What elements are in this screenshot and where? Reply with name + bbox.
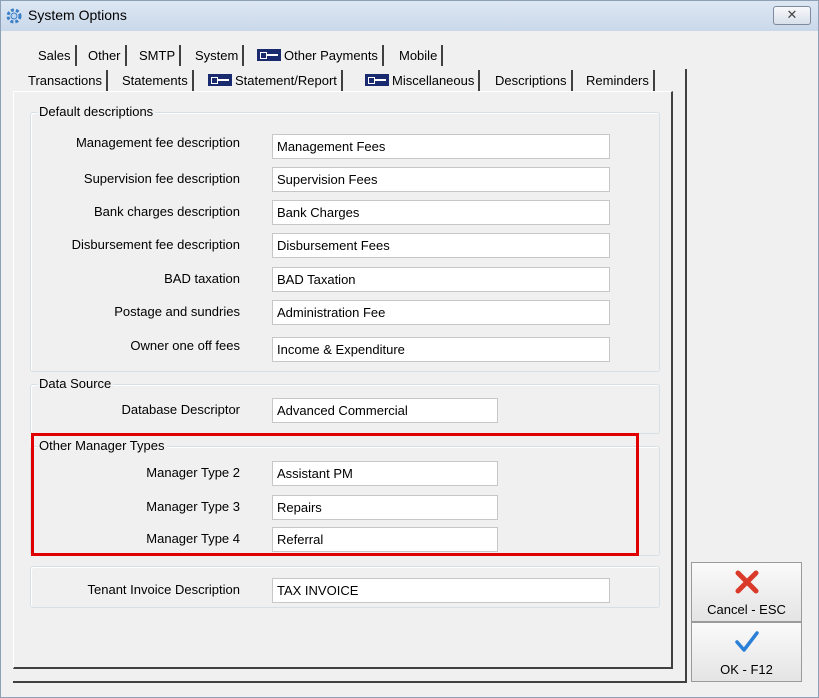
tab-sales[interactable]: Sales	[34, 45, 77, 66]
highlight-box	[31, 433, 639, 556]
postage-sundries-field[interactable]	[272, 300, 610, 325]
group-title: Data Source	[37, 376, 114, 391]
window-title: System Options	[28, 7, 127, 23]
tab-mobile[interactable]: Mobile	[395, 45, 444, 66]
bank-charges-label: Bank charges description	[94, 204, 240, 219]
tab-reminders[interactable]: Reminders	[582, 70, 655, 91]
owner-one-off-fees-field[interactable]	[272, 337, 610, 362]
tab-panel-edge	[685, 69, 687, 682]
cancel-button[interactable]: Cancel - ESC	[691, 562, 802, 622]
tab-descriptions[interactable]: Descriptions	[491, 70, 573, 91]
cancel-x-icon	[735, 570, 759, 594]
tab-statements[interactable]: Statements	[118, 70, 194, 91]
database-descriptor-field[interactable]	[272, 398, 498, 423]
tab-statement-report[interactable]: Statement/Report	[204, 70, 343, 91]
supervision-fee-label: Supervision fee description	[83, 171, 240, 186]
bad-taxation-field[interactable]	[272, 267, 610, 292]
close-button[interactable]: ✕	[773, 6, 811, 25]
descriptions-tab-panel: Default descriptions Management fee desc…	[13, 91, 673, 669]
ok-button-label: OK - F12	[720, 662, 773, 677]
management-fee-field[interactable]	[272, 134, 610, 159]
bank-charges-field[interactable]	[272, 200, 610, 225]
management-fee-label: Management fee description	[75, 135, 240, 150]
title-bar[interactable]: System Options ✕	[1, 1, 818, 31]
key-icon	[257, 49, 281, 61]
checkmark-icon	[735, 631, 759, 652]
tenant-invoice-description-label: Tenant Invoice Description	[87, 582, 240, 597]
key-icon	[208, 74, 232, 86]
tab-system[interactable]: System	[191, 45, 245, 66]
ok-button[interactable]: OK - F12	[691, 622, 802, 682]
supervision-fee-field[interactable]	[272, 167, 610, 192]
tab-miscellaneous[interactable]: Miscellaneous	[361, 70, 481, 91]
system-options-window: System Options ✕ Sales Other SMTP System…	[0, 0, 819, 698]
disbursement-fee-label: Disbursement fee description	[71, 237, 240, 252]
group-title: Default descriptions	[37, 104, 156, 119]
key-icon	[365, 74, 389, 86]
tenant-invoice-description-field[interactable]	[272, 578, 610, 603]
disbursement-fee-field[interactable]	[272, 233, 610, 258]
database-descriptor-label: Database Descriptor	[121, 402, 241, 417]
tab-transactions[interactable]: Transactions	[24, 70, 108, 91]
tab-other-payments[interactable]: Other Payments	[253, 45, 384, 66]
tab-smtp[interactable]: SMTP	[135, 45, 182, 66]
cancel-button-label: Cancel - ESC	[707, 602, 786, 617]
tab-other[interactable]: Other	[84, 45, 127, 66]
postage-sundries-label: Postage and sundries	[114, 304, 240, 319]
bad-taxation-label: BAD taxation	[164, 271, 240, 286]
tab-panel-edge	[13, 681, 687, 683]
owner-one-off-fees-label: Owner one off fees	[130, 338, 240, 353]
settings-gear-icon	[6, 8, 22, 24]
